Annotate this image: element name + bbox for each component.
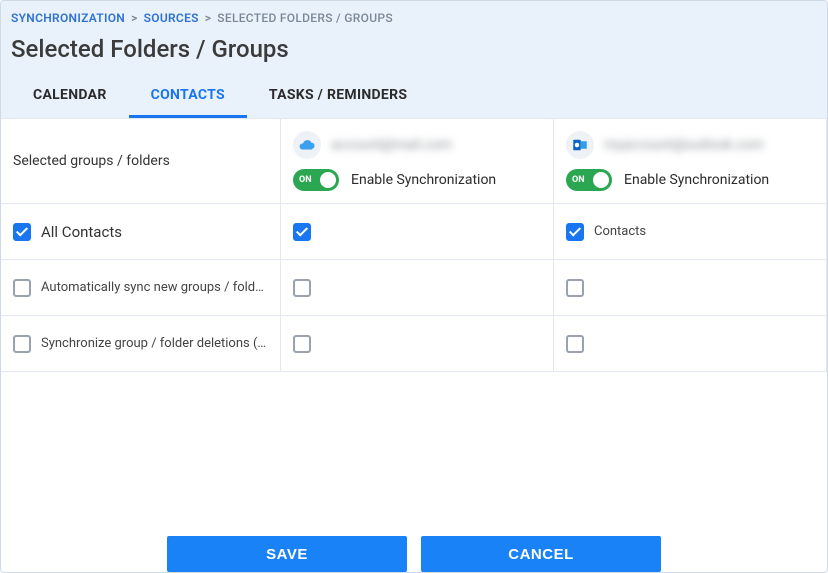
tabs: CALENDAR CONTACTS TASKS / REMINDERS [11, 77, 817, 118]
sync-deletions-checkbox[interactable] [13, 335, 31, 353]
auto-sync-checkbox[interactable] [13, 279, 31, 297]
column-header-account-1: account@mail.com ON Enable Synchronizati… [281, 119, 554, 204]
outlook-icon [566, 131, 594, 159]
row-all-contacts-account-1 [281, 204, 554, 260]
sync-deletions-account-2-checkbox[interactable] [566, 335, 584, 353]
sync-deletions-label: Synchronize group / folder deletions (no… [41, 336, 268, 351]
account-2-email: myaccount@outlook.com [604, 137, 764, 153]
header: SYNCHRONIZATION > SOURCES > SELECTED FOL… [1, 1, 827, 118]
tab-contacts[interactable]: CONTACTS [129, 77, 247, 118]
chevron-right-icon: > [131, 11, 138, 25]
row-all-contacts-account-2: Contacts [554, 204, 827, 260]
auto-sync-account-2-checkbox[interactable] [566, 279, 584, 297]
selected-groups-label: Selected groups / folders [13, 153, 170, 169]
breadcrumb: SYNCHRONIZATION > SOURCES > SELECTED FOL… [11, 11, 817, 25]
all-contacts-account-1-checkbox[interactable] [293, 223, 311, 241]
toggle-on-label: ON [299, 175, 312, 185]
row-sync-deletions-account-1 [281, 316, 554, 372]
contacts-folder-account-2-checkbox[interactable] [566, 223, 584, 241]
cloud-icon [293, 131, 321, 159]
row-auto-sync-account-2 [554, 260, 827, 316]
row-auto-sync-account-1 [281, 260, 554, 316]
row-sync-deletions-label-cell: Synchronize group / folder deletions (no… [1, 316, 281, 372]
toggle-knob [320, 172, 336, 188]
page-root: SYNCHRONIZATION > SOURCES > SELECTED FOL… [0, 0, 828, 573]
breadcrumb-current: SELECTED FOLDERS / GROUPS [217, 11, 393, 25]
account-1-email: account@mail.com [331, 137, 452, 153]
tab-calendar[interactable]: CALENDAR [11, 77, 129, 118]
row-auto-sync-label-cell: Automatically sync new groups / folders [1, 260, 281, 316]
breadcrumb-synchronization[interactable]: SYNCHRONIZATION [11, 11, 125, 25]
toggle-knob [593, 172, 609, 188]
breadcrumb-sources[interactable]: SOURCES [144, 11, 199, 25]
enable-sync-toggle-account-1[interactable]: ON [293, 169, 339, 191]
row-sync-deletions-account-2 [554, 316, 827, 372]
footer: SAVE CANCEL [1, 522, 827, 573]
page-title: Selected Folders / Groups [11, 35, 817, 63]
all-contacts-checkbox[interactable] [13, 223, 31, 241]
contacts-folder-label: Contacts [594, 224, 646, 239]
column-header-account-2: myaccount@outlook.com ON Enable Synchron… [554, 119, 827, 204]
enable-sync-label: Enable Synchronization [624, 172, 769, 188]
column-header-groups: Selected groups / folders [1, 119, 281, 204]
sync-grid: Selected groups / folders account@mail.c… [1, 118, 827, 522]
toggle-on-label: ON [572, 175, 585, 185]
auto-sync-label: Automatically sync new groups / folders [41, 280, 268, 295]
cancel-button[interactable]: CANCEL [421, 536, 661, 572]
sync-deletions-account-1-checkbox[interactable] [293, 335, 311, 353]
all-contacts-label: All Contacts [41, 223, 122, 241]
enable-sync-toggle-account-2[interactable]: ON [566, 169, 612, 191]
grid-filler [1, 372, 827, 522]
auto-sync-account-1-checkbox[interactable] [293, 279, 311, 297]
chevron-right-icon: > [205, 11, 212, 25]
tab-tasks[interactable]: TASKS / REMINDERS [247, 77, 429, 118]
save-button[interactable]: SAVE [167, 536, 407, 572]
enable-sync-label: Enable Synchronization [351, 172, 496, 188]
row-all-contacts-label-cell: All Contacts [1, 204, 281, 260]
